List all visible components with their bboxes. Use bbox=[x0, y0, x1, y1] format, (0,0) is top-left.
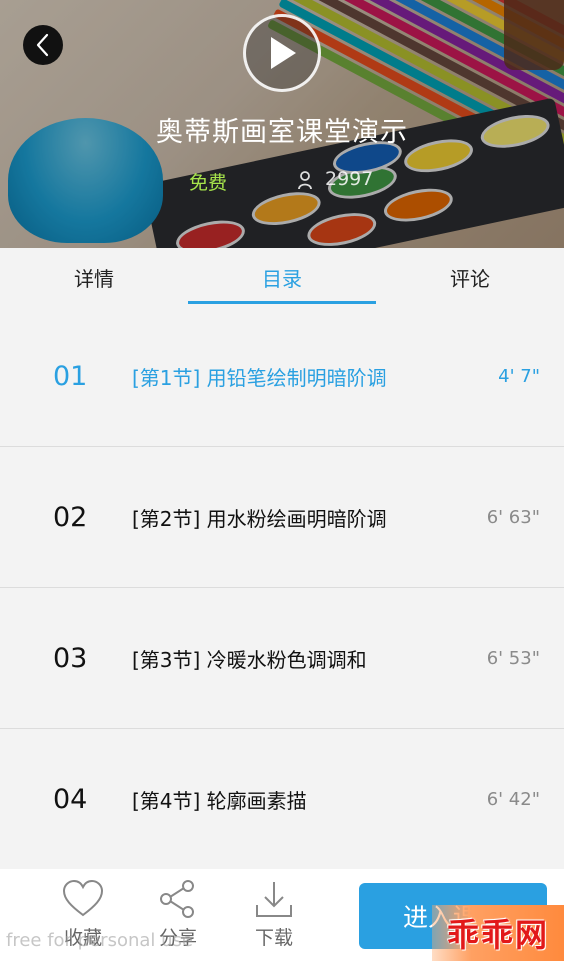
watermark-text: free for personal use bbox=[6, 930, 193, 951]
site-logo: 乖乖网 bbox=[432, 905, 564, 961]
lesson-duration: 6' 63" bbox=[486, 507, 540, 528]
download-button[interactable]: 下载 bbox=[239, 869, 309, 961]
lesson-duration: 6' 42" bbox=[486, 789, 540, 810]
tab-catalog[interactable]: 目录 bbox=[188, 248, 376, 306]
lesson-title: [第4节] 轮廓画素描 bbox=[132, 789, 307, 813]
share-icon bbox=[160, 880, 194, 918]
lesson-title: [第2节] 用水粉绘画明暗阶调 bbox=[132, 507, 387, 531]
lesson-number: 02 bbox=[53, 502, 88, 533]
lesson-duration: 4' 7" bbox=[498, 366, 540, 387]
lesson-duration: 6' 53" bbox=[486, 648, 540, 669]
lesson-item[interactable]: 01 [第1节] 用铅笔绘制明暗阶调 4' 7" bbox=[0, 306, 564, 447]
download-label: 下载 bbox=[254, 927, 293, 949]
play-icon bbox=[271, 37, 296, 69]
lesson-item[interactable]: 02 [第2节] 用水粉绘画明暗阶调 6' 63" bbox=[0, 447, 564, 588]
download-icon bbox=[256, 882, 292, 917]
lesson-list: 01 [第1节] 用铅笔绘制明暗阶调 4' 7" 02 [第2节] 用水粉绘画明… bbox=[0, 306, 564, 870]
lesson-title: [第1节] 用铅笔绘制明暗阶调 bbox=[132, 366, 387, 390]
tab-comments[interactable]: 评论 bbox=[376, 248, 564, 306]
chevron-left-icon bbox=[36, 33, 49, 57]
lesson-title: [第3节] 冷暖水粉色调调和 bbox=[132, 648, 367, 672]
site-logo-text: 乖乖网 bbox=[446, 916, 549, 954]
back-button[interactable] bbox=[23, 25, 63, 65]
tab-bar: 详情 目录 评论 bbox=[0, 248, 564, 306]
tab-details[interactable]: 详情 bbox=[0, 248, 188, 306]
course-title: 奥蒂斯画室课堂演示 bbox=[156, 117, 408, 148]
heart-icon bbox=[62, 879, 104, 917]
play-button[interactable] bbox=[243, 14, 321, 92]
lesson-item[interactable]: 04 [第4节] 轮廓画素描 6' 42" bbox=[0, 729, 564, 870]
person-icon bbox=[298, 171, 312, 190]
lesson-number: 03 bbox=[53, 643, 88, 674]
lesson-number: 01 bbox=[53, 361, 88, 392]
lesson-number: 04 bbox=[53, 784, 88, 815]
price-label: 免费 bbox=[189, 172, 228, 194]
view-count: 2997 bbox=[325, 168, 374, 190]
lesson-item[interactable]: 03 [第3节] 冷暖水粉色调调和 6' 53" bbox=[0, 588, 564, 729]
